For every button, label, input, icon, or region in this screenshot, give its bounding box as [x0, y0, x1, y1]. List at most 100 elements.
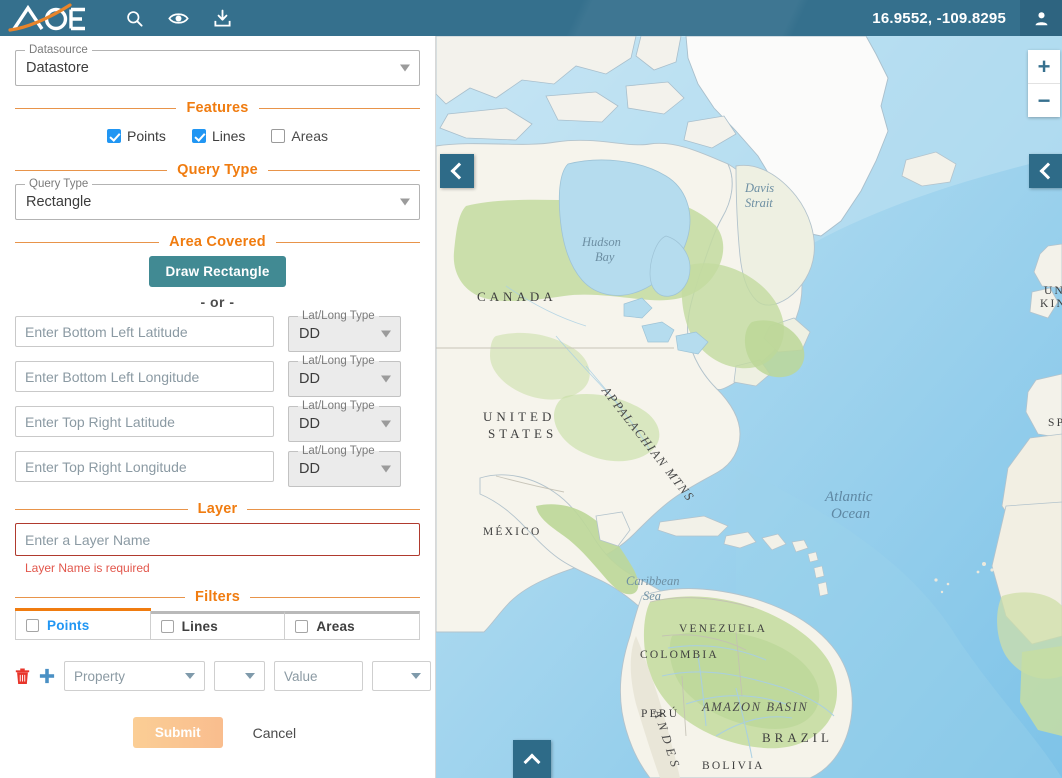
feature-label: Areas [291, 128, 328, 144]
chevron-up-icon [523, 753, 541, 770]
plus-icon[interactable] [39, 668, 55, 684]
download-icon[interactable] [200, 0, 244, 36]
latlong-type-label: Lat/Long Type [298, 399, 379, 413]
feature-checkbox-areas[interactable]: Areas [271, 128, 328, 144]
features-checkbox-row: Points Lines Areas [15, 122, 420, 148]
datasource-value: Datastore [26, 60, 89, 76]
latlong-type-select-3[interactable]: Lat/Long Type DD [288, 444, 401, 487]
coordinate-row: Lat/Long Type DD [15, 309, 420, 352]
area-covered-legend: Area Covered [15, 234, 421, 250]
filter-value-placeholder: Value [284, 668, 318, 684]
latlong-type-select-1[interactable]: Lat/Long Type DD [288, 354, 401, 397]
chevron-down-icon [245, 673, 255, 679]
latlong-type-label: Lat/Long Type [298, 444, 379, 458]
latlong-type-value: DD [299, 326, 320, 342]
latlong-type-value: DD [299, 416, 320, 432]
aoe-logo-icon [8, 3, 85, 32]
app-logo[interactable] [8, 0, 100, 36]
top-right-latitude-input[interactable] [15, 406, 274, 437]
chevron-down-icon [381, 375, 391, 383]
expand-bottom-panel-button[interactable] [513, 740, 551, 778]
latlong-type-label: Lat/Long Type [298, 309, 379, 323]
checkbox-box [271, 129, 286, 143]
layer-legend: Layer [15, 501, 421, 517]
legend-rule-left [15, 508, 188, 510]
features-legend: Features [15, 100, 421, 116]
filter-criteria-row: Property Value [15, 661, 431, 691]
expand-right-panel-button[interactable] [1029, 154, 1062, 188]
chevron-down-icon [411, 673, 421, 679]
cursor-coordinates: 16.9552, -109.8295 [872, 9, 1006, 27]
coordinate-row: Lat/Long Type DD [15, 354, 420, 397]
filter-unit-select[interactable] [372, 661, 431, 691]
chevron-down-icon [185, 673, 195, 679]
filters-legend-label: Filters [195, 589, 240, 605]
layer-name-input[interactable] [15, 523, 420, 556]
bottom-left-latitude-input[interactable] [15, 316, 274, 347]
query-type-legend-label: Query Type [177, 162, 258, 178]
latlong-type-select-2[interactable]: Lat/Long Type DD [288, 399, 401, 442]
filter-property-placeholder: Property [74, 668, 126, 684]
download-glyph [213, 9, 231, 27]
filter-property-select[interactable]: Property [64, 661, 205, 691]
layer-legend-label: Layer [197, 501, 238, 517]
filter-tab-label: Areas [316, 619, 355, 634]
checkbox-box[interactable] [295, 620, 309, 633]
zoom-out-button[interactable]: − [1028, 84, 1060, 117]
query-panel-inner: Datasource Datastore Features Points Lin… [0, 36, 435, 748]
trash-icon[interactable] [15, 668, 30, 685]
filters-legend: Filters [15, 589, 421, 605]
layer-name-error: Layer Name is required [25, 561, 150, 575]
filter-operator-select[interactable] [214, 661, 265, 691]
feature-checkbox-lines[interactable]: Lines [191, 128, 245, 144]
trash-glyph [15, 668, 30, 684]
checkbox-box[interactable] [26, 618, 39, 632]
app-header: 16.9552, -109.8295 [0, 0, 1062, 36]
plus-glyph [39, 668, 55, 684]
filter-tab-points[interactable]: Points [15, 608, 151, 640]
latlong-type-wrapper: Lat/Long Type DD [288, 354, 401, 397]
top-right-longitude-input[interactable] [15, 451, 274, 482]
chevron-down-icon [381, 330, 391, 338]
bottom-left-longitude-input[interactable] [15, 361, 274, 392]
feature-checkbox-points[interactable]: Points [107, 128, 166, 144]
legend-rule-right [275, 241, 421, 243]
eye-glyph [167, 12, 189, 24]
filter-tab-label: Points [47, 617, 90, 633]
latlong-type-value: DD [299, 371, 320, 387]
checkbox-box[interactable] [160, 620, 174, 633]
feature-label: Points [127, 128, 166, 144]
collapse-left-panel-button[interactable] [440, 154, 474, 188]
map-viewport[interactable]: Davis Strait Hudson Bay CANADA UNITED ST… [436, 36, 1062, 778]
legend-rule-left [15, 241, 160, 243]
legend-rule-left [15, 596, 186, 598]
chevron-down-icon [400, 198, 410, 206]
map-zoom-control: + − [1028, 50, 1060, 117]
query-type-select[interactable]: Query Type Rectangle [15, 177, 420, 220]
legend-rule-left [15, 107, 177, 109]
legend-rule-left [15, 169, 168, 171]
query-type-label: Query Type [25, 177, 93, 191]
filter-value-select[interactable]: Value [274, 661, 363, 691]
map-canvas [436, 36, 1062, 778]
search-glyph [126, 10, 143, 27]
zoom-in-button[interactable]: + [1028, 50, 1060, 83]
legend-rule-right [249, 596, 421, 598]
submit-button[interactable]: Submit [132, 717, 223, 748]
filter-tab-lines[interactable]: Lines [150, 611, 286, 640]
filter-tabs: Points Lines Areas [15, 608, 421, 640]
eye-icon[interactable] [156, 0, 200, 36]
latlong-type-select-0[interactable]: Lat/Long Type DD [288, 309, 401, 352]
legend-rule-right [267, 169, 421, 171]
search-icon[interactable] [112, 0, 156, 36]
query-panel: Datasource Datastore Features Points Lin… [0, 36, 436, 778]
cancel-button[interactable]: Cancel [247, 724, 303, 742]
draw-rectangle-button[interactable]: Draw Rectangle [149, 256, 286, 287]
filter-tab-areas[interactable]: Areas [285, 611, 421, 640]
latlong-type-wrapper: Lat/Long Type DD [288, 309, 401, 352]
application-root: 16.9552, -109.8295 Datasource Datastore … [0, 0, 1062, 778]
datasource-select[interactable]: Datasource Datastore [15, 43, 420, 86]
user-menu-button[interactable] [1020, 0, 1062, 36]
or-separator: - or - [200, 294, 235, 310]
legend-rule-right [258, 107, 421, 109]
